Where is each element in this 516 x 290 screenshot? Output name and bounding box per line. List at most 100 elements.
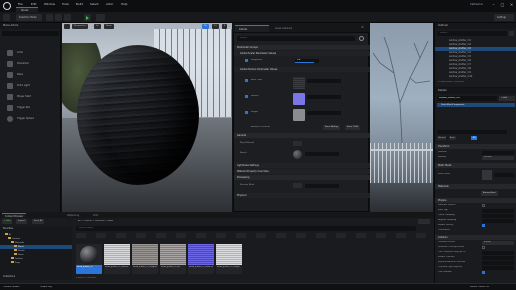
details-search-input[interactable] (437, 130, 507, 134)
viewport-perspective-button[interactable]: Perspective (72, 24, 89, 29)
simulate-physics-checkbox[interactable] (482, 204, 485, 207)
global-texture-section[interactable]: Global Texture Parameter Values (234, 67, 370, 72)
preview-mesh-field[interactable] (293, 183, 302, 188)
menu-tools[interactable]: Tools (62, 2, 69, 6)
settings-button[interactable]: Settings (494, 14, 514, 21)
enable-collision-dropdown[interactable] (482, 256, 514, 260)
place-item-trigger-sphere[interactable]: Trigger Sphere (2, 114, 59, 124)
viewport-menu-icon[interactable] (64, 24, 70, 29)
place-item-character[interactable]: Character (2, 59, 59, 69)
material-settings-icon[interactable] (359, 36, 364, 41)
mode-select-button[interactable]: Selection Mode (16, 14, 42, 21)
asset-tile[interactable]: wood_planks_01_Roughness (132, 244, 158, 274)
tree-item-selected[interactable]: Wood (0, 245, 72, 249)
checkbox[interactable] (245, 111, 248, 114)
place-item-point-light[interactable]: Point Light (2, 81, 59, 91)
source-control-status[interactable]: Source Control Off (470, 286, 489, 288)
checkbox[interactable] (245, 95, 248, 98)
tree-item[interactable]: Metals (14, 249, 25, 252)
favorites-header[interactable]: Favorites (3, 227, 13, 230)
enable-gravity-checkbox[interactable] (482, 224, 485, 227)
save-all-button[interactable]: Save All (32, 219, 45, 224)
menu-window[interactable]: Window (44, 2, 55, 6)
output-log-button[interactable]: Output Log (40, 286, 52, 288)
asset-search-input[interactable]: Search Wood (76, 226, 416, 231)
parameter-groups-section[interactable]: Parameter Groups (234, 45, 370, 50)
location-field[interactable] (482, 151, 514, 155)
camera-speed-value[interactable]: 4 (222, 24, 228, 29)
place-item-trigger-box[interactable]: Trigger Box (2, 103, 59, 113)
lightmap-res-field[interactable] (482, 266, 514, 270)
static-mesh-thumbnail[interactable] (482, 170, 492, 180)
base-color-thumbnail[interactable] (293, 77, 305, 89)
actor-name-field[interactable]: window_shutter_m3 (437, 96, 497, 101)
add-button[interactable]: + Add (2, 219, 13, 224)
cast-shadow-checkbox[interactable] (482, 271, 485, 274)
outliner-search-input[interactable]: Search... (437, 31, 507, 36)
step-up-dropdown[interactable] (482, 251, 514, 255)
level-instance-tab[interactable]: Level Instance (271, 25, 305, 32)
content-drawer-button[interactable]: Content Drawer (3, 286, 20, 288)
mass-field[interactable] (482, 209, 514, 213)
checkbox[interactable] (245, 59, 248, 62)
material-property-section[interactable]: Material Property Overrides (234, 169, 370, 174)
tree-item[interactable]: Materials (11, 241, 24, 244)
general-section[interactable]: General (234, 133, 370, 138)
physical-section[interactable]: Physical (234, 193, 370, 198)
viewport-lit-button[interactable]: Lit (94, 24, 101, 29)
texture-picker-field[interactable] (307, 79, 341, 83)
menu-build[interactable]: Build (76, 2, 83, 6)
maximize-button[interactable]: □ (498, 2, 507, 9)
outliner-filter-icon[interactable] (509, 31, 514, 36)
save-icon[interactable] (3, 14, 10, 21)
static-mesh-field[interactable] (494, 173, 514, 177)
platforms-button[interactable] (96, 14, 105, 21)
filter-tab-general[interactable]: General (437, 136, 447, 140)
angular-damping-field[interactable] (482, 219, 514, 223)
add-component-button[interactable]: + Add (499, 96, 515, 101)
asset-tile[interactable]: wood_planks_01_Normal (104, 244, 130, 274)
filter-tab-actor[interactable]: Actor (449, 136, 456, 140)
checkbox[interactable] (245, 79, 248, 82)
menu-file[interactable]: File (18, 2, 23, 6)
overlap-events-checkbox[interactable] (482, 246, 485, 249)
mobility-toggle[interactable]: Movable (482, 156, 514, 160)
material-search-input[interactable]: Search (237, 36, 355, 41)
material-details-tab[interactable]: Details (235, 25, 269, 32)
viewport-show-button[interactable]: Show (104, 24, 114, 29)
grid-snap-value[interactable]: 10 (202, 24, 209, 29)
place-item-pawn[interactable]: Pawn (2, 70, 59, 80)
place-item-player-start[interactable]: Player Start (2, 92, 59, 102)
place-item-actor[interactable]: Actor (2, 48, 59, 58)
parent-material-field[interactable] (305, 152, 339, 156)
angle-snap-value[interactable]: 10 (212, 24, 219, 29)
minimize-button[interactable]: – (489, 2, 498, 9)
unreal-logo-icon[interactable] (3, 2, 11, 10)
tree-item[interactable]: Stone (14, 253, 24, 256)
collections-header[interactable]: Collections (3, 275, 15, 278)
save-sibling-button[interactable]: Save Sibling (323, 125, 340, 130)
asset-tile-selected[interactable]: wood_planks_01 (76, 244, 102, 274)
close-button[interactable]: × (507, 2, 516, 9)
tree-item[interactable]: Textures (11, 257, 23, 260)
texture-picker-field[interactable] (307, 95, 341, 99)
global-scalar-section[interactable]: Global Scalar Parameter Values (234, 51, 370, 56)
cb-settings-icon[interactable] (418, 219, 430, 224)
previewing-section[interactable]: Previewing (234, 175, 370, 180)
normal-thumbnail[interactable] (293, 93, 305, 105)
save-child-button[interactable]: Save Child (345, 125, 361, 130)
parent-material-sphere-icon[interactable] (293, 150, 302, 159)
lightmass-section[interactable]: Lightmass Settings (234, 163, 370, 168)
panel-close-icon[interactable]: × (361, 25, 364, 29)
physics-section[interactable]: Physics (435, 198, 516, 203)
menu-select[interactable]: Select (90, 2, 99, 6)
menu-actor[interactable]: Actor (106, 2, 113, 6)
height-thumbnail[interactable] (293, 109, 305, 121)
play-button[interactable] (84, 14, 91, 21)
preview-mesh-dropdown[interactable] (305, 184, 339, 188)
material-preview-viewport[interactable]: Perspective Lit Show 10 10 4 (62, 23, 232, 212)
roughness-value-field[interactable]: 0.8 (295, 59, 319, 63)
static-mesh-section[interactable]: Static Mesh (435, 163, 516, 168)
texture-picker-field[interactable] (307, 111, 341, 115)
phys-material-field[interactable] (293, 141, 302, 146)
